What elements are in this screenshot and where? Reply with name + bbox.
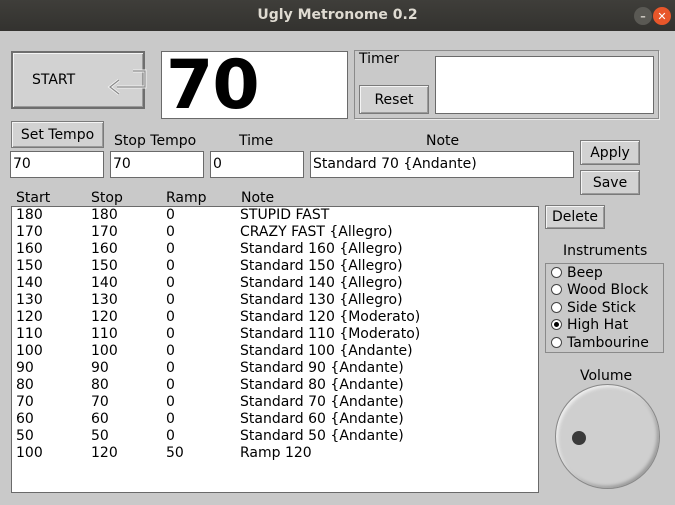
stop-tempo-label: Stop Tempo — [114, 133, 197, 149]
list-item[interactable]: 50 50 0 Standard 50 {Andante) — [12, 428, 538, 445]
time-input[interactable]: 0 — [210, 151, 304, 178]
list-item[interactable]: 140 140 0 Standard 140 {Allegro) — [12, 275, 538, 292]
start-button[interactable]: START — [11, 51, 147, 109]
volume-knob[interactable] — [555, 384, 660, 489]
apply-button[interactable]: Apply — [580, 140, 640, 165]
list-item[interactable]: 80 80 0 Standard 80 {Andante) — [12, 377, 538, 394]
set-tempo-input[interactable]: 70 — [10, 151, 104, 178]
minimize-button[interactable]: – — [634, 7, 652, 25]
stop-tempo-input[interactable]: 70 — [110, 151, 204, 178]
tempo-value: 70 — [166, 46, 260, 125]
list-item[interactable]: 120 120 0 Standard 120 {Moderato) — [12, 309, 538, 326]
list-item[interactable]: 100 120 50 Ramp 120 — [12, 445, 538, 462]
list-item[interactable]: 130 130 0 Standard 130 {Allegro) — [12, 292, 538, 309]
note-input[interactable]: Standard 70 {Andante) — [310, 151, 574, 178]
start-label: START — [32, 72, 76, 88]
window-title: Ugly Metronome 0.2 — [257, 7, 418, 23]
return-arrow-icon — [107, 69, 147, 96]
list-item[interactable]: 170 170 0 CRAZY FAST {Allegro) — [12, 224, 538, 241]
header-note: Note — [241, 190, 275, 206]
radio-wood-block[interactable]: Wood Block — [551, 281, 648, 298]
list-item[interactable]: 160 160 0 Standard 160 {Allegro) — [12, 241, 538, 258]
radio-side-stick[interactable]: Side Stick — [551, 299, 636, 316]
set-tempo-button[interactable]: Set Tempo — [11, 121, 104, 148]
timer-label: Timer — [359, 51, 400, 67]
time-label: Time — [239, 133, 274, 149]
list-item[interactable]: 110 110 0 Standard 110 {Moderato) — [12, 326, 538, 343]
instruments-label: Instruments — [563, 243, 648, 259]
close-button[interactable]: ✕ — [653, 7, 671, 25]
radio-icon — [551, 337, 562, 348]
header-start: Start — [16, 190, 51, 206]
header-ramp: Ramp — [166, 190, 207, 206]
note-label: Note — [426, 133, 460, 149]
list-item[interactable]: 100 100 0 Standard 100 {Andante) — [12, 343, 538, 360]
title-bar: Ugly Metronome 0.2 – ✕ — [0, 0, 675, 31]
radio-high-hat[interactable]: High Hat — [551, 316, 628, 333]
list-item[interactable]: 180 180 0 STUPID FAST — [12, 207, 538, 224]
tempo-list[interactable]: 180 180 0 STUPID FAST 170 170 0 CRAZY FAST {Al… — [11, 206, 539, 493]
list-item[interactable]: 60 60 0 Standard 60 {Andante) — [12, 411, 538, 428]
radio-icon — [551, 284, 562, 295]
close-icon: ✕ — [657, 9, 667, 23]
reset-button[interactable]: Reset — [359, 85, 429, 114]
list-item[interactable]: 150 150 0 Standard 150 {Allegro) — [12, 258, 538, 275]
radio-icon — [551, 302, 562, 313]
knob-indicator-icon — [572, 431, 586, 445]
radio-selected-icon — [551, 319, 562, 330]
radio-beep[interactable]: Beep — [551, 264, 603, 281]
timer-display — [435, 56, 654, 114]
tempo-display: 70 — [161, 46, 348, 125]
volume-label: Volume — [580, 368, 633, 384]
save-button[interactable]: Save — [580, 170, 640, 195]
header-stop: Stop — [91, 190, 123, 206]
list-item[interactable]: 90 90 0 Standard 90 {Andante) — [12, 360, 538, 377]
minimize-icon: – — [640, 9, 646, 23]
delete-button[interactable]: Delete — [545, 205, 605, 229]
list-item[interactable]: 70 70 0 Standard 70 {Andante) — [12, 394, 538, 411]
radio-icon — [551, 267, 562, 278]
radio-tambourine[interactable]: Tambourine — [551, 334, 649, 351]
